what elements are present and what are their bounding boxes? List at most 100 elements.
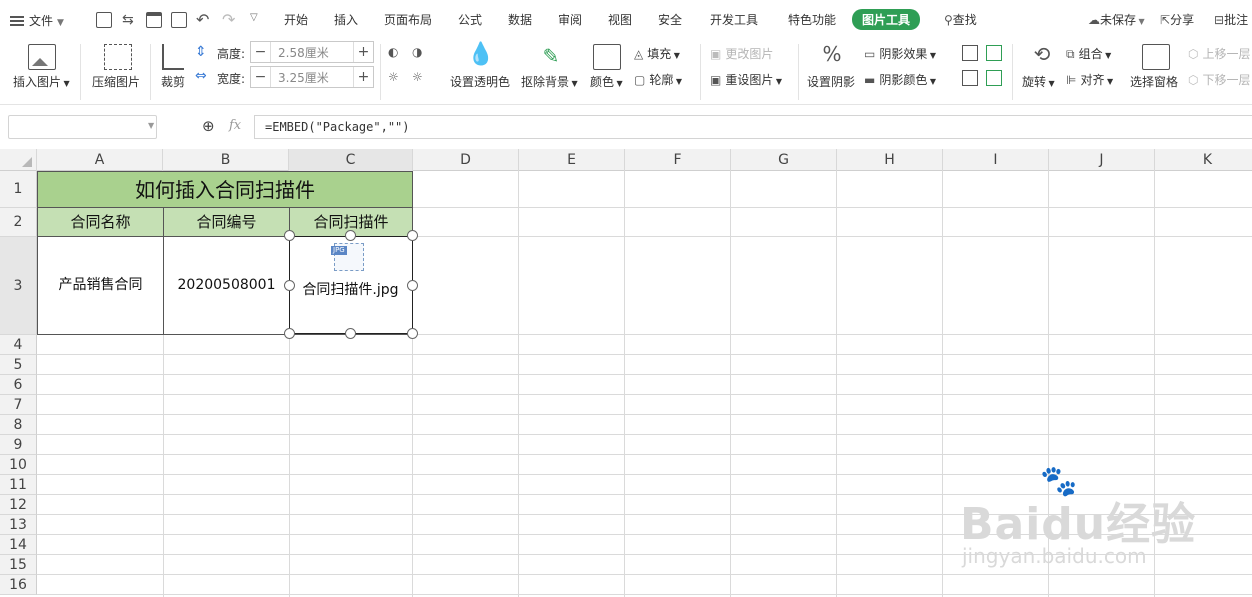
width-input[interactable]: 3.25厘米 (278, 69, 329, 86)
tab-developer[interactable]: 开发工具 (710, 11, 758, 28)
row-header[interactable]: 10 (0, 455, 37, 475)
row-header[interactable]: 7 (0, 395, 37, 415)
row-header[interactable]: 2 (0, 208, 37, 237)
column-header[interactable]: F (625, 149, 731, 171)
column-header[interactable]: I (943, 149, 1049, 171)
tab-features[interactable]: 特色功能 (788, 11, 836, 28)
print-preview-icon[interactable] (171, 12, 187, 28)
row-header[interactable]: 3 (0, 237, 37, 335)
share-button[interactable]: ⇱分享 (1160, 11, 1194, 28)
row-header[interactable]: 12 (0, 495, 37, 515)
resize-handle-bottom[interactable] (345, 328, 356, 339)
tab-insert[interactable]: 插入 (334, 11, 358, 28)
row-header[interactable]: 4 (0, 335, 37, 355)
header-cell-contract-name[interactable]: 合同名称 (37, 207, 164, 237)
column-header[interactable]: B (163, 149, 289, 171)
reset-picture-button[interactable]: ▣ 重设图片 ▼ (710, 71, 782, 88)
width-decrease-button[interactable]: − (251, 67, 271, 87)
tab-data[interactable]: 数据 (508, 11, 532, 28)
column-header[interactable]: E (519, 149, 625, 171)
nudge-shadow-down-icon[interactable] (986, 45, 1002, 61)
column-header[interactable]: H (837, 149, 943, 171)
print-icon[interactable] (146, 12, 162, 28)
height-spinner[interactable]: − 2.58厘米 + (250, 41, 374, 63)
remove-background-button[interactable]: 抠除背景 ▼ (521, 73, 578, 90)
insert-picture-icon[interactable] (28, 44, 56, 70)
column-header[interactable]: G (731, 149, 837, 171)
align-button[interactable]: ⊫ 对齐 ▼ (1066, 71, 1113, 88)
row-header[interactable]: 13 (0, 515, 37, 535)
send-backward-button[interactable]: ⬡ 下移一层 (1188, 71, 1252, 88)
rotate-button[interactable]: 旋转 ▼ (1022, 73, 1055, 90)
resize-handle-bottom-right[interactable] (407, 328, 418, 339)
selection-pane-button[interactable]: 选择窗格 (1130, 73, 1178, 90)
width-increase-button[interactable]: + (353, 67, 373, 87)
redo-icon[interactable]: ↷ (222, 10, 238, 29)
insert-picture-button[interactable]: 插入图片 ▼ (13, 73, 70, 90)
compress-picture-button[interactable]: 压缩图片 (92, 73, 140, 90)
column-header[interactable]: C (289, 149, 413, 171)
name-box-dropdown-icon[interactable]: ▼ (148, 121, 154, 130)
resize-handle-top[interactable] (345, 230, 356, 241)
increase-contrast-icon[interactable]: ◐ (388, 45, 404, 61)
row-header[interactable]: 6 (0, 375, 37, 395)
picture-color-icon[interactable] (593, 44, 621, 70)
set-shadow-icon[interactable]: % (818, 42, 846, 68)
height-decrease-button[interactable]: − (251, 42, 271, 62)
row-header[interactable]: 8 (0, 415, 37, 435)
tab-home[interactable]: 开始 (284, 11, 308, 28)
column-header[interactable]: K (1155, 149, 1252, 171)
formula-input[interactable]: =EMBED("Package","") (254, 115, 1252, 139)
search-button[interactable]: ⚲查找 (944, 11, 977, 28)
increase-brightness-icon[interactable]: ☼ (388, 70, 404, 86)
nudge-shadow-left-icon[interactable] (962, 70, 978, 86)
decrease-brightness-icon[interactable]: ☼ (412, 70, 428, 86)
cell-contract-number[interactable]: 20200508001 (163, 236, 290, 335)
undo-icon[interactable]: ↶ (196, 10, 212, 29)
export-icon[interactable]: ⇆ (122, 12, 138, 28)
cell-contract-name[interactable]: 产品销售合同 (37, 236, 164, 335)
color-button[interactable]: 颜色 ▼ (590, 73, 623, 90)
nudge-shadow-right-icon[interactable] (986, 70, 1002, 86)
resize-handle-right[interactable] (407, 280, 418, 291)
column-header[interactable]: A (37, 149, 163, 171)
nudge-shadow-up-icon[interactable] (962, 45, 978, 61)
tab-view[interactable]: 视图 (608, 11, 632, 28)
column-header[interactable]: J (1049, 149, 1155, 171)
height-increase-button[interactable]: + (353, 42, 373, 62)
width-spinner[interactable]: − 3.25厘米 + (250, 66, 374, 88)
row-header[interactable]: 16 (0, 575, 37, 595)
decrease-contrast-icon[interactable]: ◑ (412, 45, 428, 61)
change-picture-button[interactable]: ▣ 更改图片 (710, 45, 773, 62)
height-input[interactable]: 2.58厘米 (278, 44, 329, 61)
tab-security[interactable]: 安全 (658, 11, 682, 28)
outline-button[interactable]: ▢ 轮廓 ▼ (634, 71, 682, 88)
remove-background-icon[interactable]: ✎ (537, 44, 565, 70)
embedded-object-selection[interactable]: JPG 合同扫描件.jpg (289, 236, 413, 334)
resize-handle-top-left[interactable] (284, 230, 295, 241)
group-button[interactable]: ⧉ 组合 ▼ (1066, 45, 1111, 62)
bring-forward-button[interactable]: ⬡ 上移一层 (1188, 45, 1252, 62)
fill-button[interactable]: ◬ 填充 ▼ (634, 45, 680, 62)
customize-icon[interactable]: ▽ (250, 12, 266, 28)
comment-button[interactable]: ⊟批注 (1214, 11, 1252, 28)
resize-handle-top-right[interactable] (407, 230, 418, 241)
fx-icon[interactable]: fx (229, 118, 241, 133)
row-header[interactable]: 5 (0, 355, 37, 375)
shadow-effect-button[interactable]: ▭ 阴影效果 ▼ (864, 45, 936, 62)
tab-formula[interactable]: 公式 (458, 11, 482, 28)
select-all-corner[interactable] (0, 149, 37, 171)
set-transparent-button[interactable]: 设置透明色 (450, 73, 510, 90)
set-shadow-button[interactable]: 设置阴影 (807, 73, 855, 90)
crop-icon[interactable] (162, 44, 184, 70)
selection-pane-icon[interactable] (1142, 44, 1170, 70)
row-header[interactable]: 15 (0, 555, 37, 575)
header-cell-contract-number[interactable]: 合同编号 (163, 207, 290, 237)
transparent-color-icon[interactable]: 💧 (467, 42, 495, 68)
column-header[interactable]: D (413, 149, 519, 171)
rotate-icon[interactable]: ⟲ (1028, 42, 1056, 68)
row-header[interactable]: 11 (0, 475, 37, 495)
row-header[interactable]: 9 (0, 435, 37, 455)
file-menu-button[interactable]: 文件 ▼ (10, 12, 64, 29)
shadow-color-button[interactable]: ▬ 阴影颜色 ▼ (864, 71, 936, 88)
